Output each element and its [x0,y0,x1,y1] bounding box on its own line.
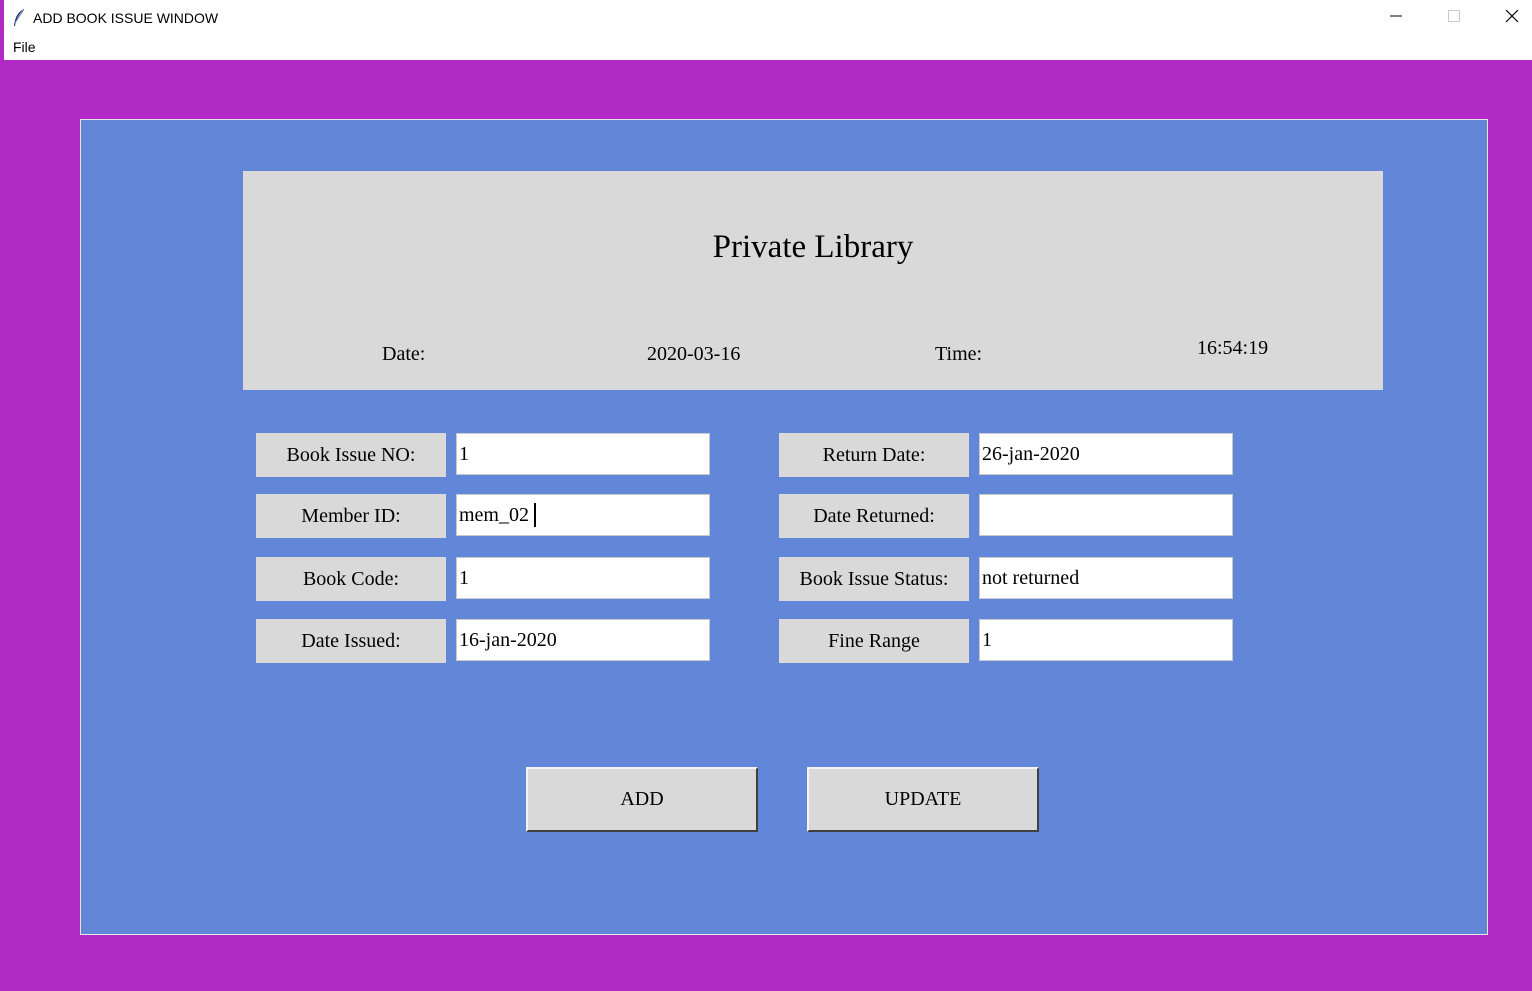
library-title: Private Library [712,229,914,265]
maximize-icon [1448,9,1460,27]
date-label: Date: [382,343,426,365]
close-button[interactable] [1484,0,1532,36]
book-code-input[interactable] [456,557,710,599]
return-date-input[interactable] [979,433,1233,475]
date-value: 2020-03-16 [647,343,741,365]
window-title: ADD BOOK ISSUE WINDOW [33,10,219,26]
date-issued-label: Date Issued: [256,619,446,663]
close-icon [1505,9,1519,28]
maximize-button[interactable] [1426,0,1482,36]
minimize-icon [1390,9,1402,27]
minimize-button[interactable] [1368,0,1424,36]
date-issued-input[interactable] [456,619,710,661]
book-code-label: Book Code: [256,557,446,601]
menu-bar: File [4,36,1532,60]
member-id-label: Member ID: [256,494,446,538]
feather-icon [12,8,26,28]
book-issue-status-input[interactable] [979,557,1233,599]
fine-range-label: Fine Range [779,619,969,663]
text-cursor [534,503,536,527]
fine-range-input[interactable] [979,619,1233,661]
book-issue-status-label: Book Issue Status: [779,557,969,601]
time-label: Time: [935,343,983,365]
book-issue-no-label: Book Issue NO: [256,433,446,477]
title-bar: ADD BOOK ISSUE WINDOW [4,0,1532,36]
time-value: 16:54:19 [1197,337,1269,359]
header-box: Private Library Date: 2020-03-16 Time: 1… [243,171,1383,390]
date-returned-input[interactable] [979,494,1233,536]
date-returned-label: Date Returned: [779,494,969,538]
book-issue-no-input[interactable] [456,433,710,475]
update-button[interactable]: UPDATE [807,767,1039,832]
add-button[interactable]: ADD [526,767,758,832]
return-date-label: Return Date: [779,433,969,477]
member-id-input[interactable] [456,494,710,536]
menu-file[interactable]: File [13,39,36,55]
